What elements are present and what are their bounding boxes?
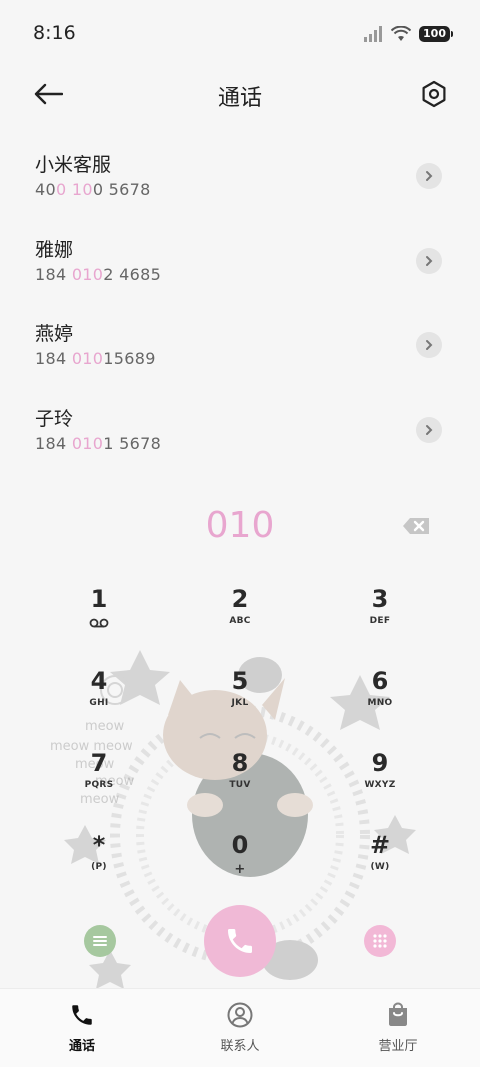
tab-label: 通话 — [68, 1039, 95, 1054]
key-5[interactable]: 5 JKL — [190, 664, 290, 734]
battery-indicator: 100 — [419, 26, 453, 42]
key-letters: + — [234, 862, 246, 877]
backspace-icon — [403, 518, 429, 534]
key-letters: (W) — [370, 862, 390, 872]
key-letters: ABC — [229, 616, 251, 626]
settings-hexagon-icon — [422, 80, 446, 108]
key-letters: PQRS — [84, 780, 114, 790]
chevron-right-icon — [426, 255, 433, 266]
chevron-right-icon — [426, 171, 433, 181]
contact-detail-button[interactable] — [416, 247, 442, 274]
contact-detail-button[interactable] — [416, 332, 442, 358]
contact-detail-button[interactable] — [416, 416, 442, 443]
tab-label: 联系人 — [220, 1039, 260, 1054]
key-digit: 8 — [231, 749, 249, 777]
header: 通话 — [0, 64, 480, 124]
contact-item[interactable]: 小米客服 400 100 5678 — [0, 140, 480, 225]
key-0[interactable]: 0 + — [190, 828, 290, 898]
menu-button[interactable] — [84, 925, 116, 957]
key-9[interactable]: 9 WXYZ — [330, 746, 430, 816]
menu-lines-icon — [93, 936, 107, 946]
key-digit: # — [369, 831, 391, 859]
key-letters: TUV — [229, 780, 251, 790]
contact-number: 184 01015689 — [35, 349, 156, 368]
bottom-navigation: 通话 联系人 营业厅 — [0, 988, 480, 1067]
key-6[interactable]: 6 MNO — [330, 664, 430, 734]
key-letters: JKL — [231, 698, 249, 708]
keypad-toggle-button[interactable] — [364, 925, 396, 957]
settings-button[interactable] — [418, 78, 450, 110]
key-2[interactable]: 2 ABC — [190, 582, 290, 652]
key-digit: 9 — [371, 749, 389, 777]
key-digit: 4 — [90, 667, 108, 695]
key-8[interactable]: 8 TUV — [190, 746, 290, 816]
key-4[interactable]: 4 GHI — [49, 664, 149, 734]
key-1[interactable]: 1 — [49, 582, 149, 652]
key-letters: WXYZ — [364, 780, 396, 790]
key-digit: 3 — [371, 585, 389, 613]
contact-number: 400 100 5678 — [35, 180, 151, 199]
tab-service-hall[interactable]: 营业厅 — [348, 1001, 448, 1054]
key-digit: 6 — [371, 667, 389, 695]
contact-item[interactable]: 燕婷 184 01015689 — [0, 309, 480, 394]
wifi-icon — [391, 26, 412, 41]
key-digit: 1 — [90, 585, 108, 613]
status-icons: 100 — [363, 24, 453, 44]
phone-icon — [72, 1005, 92, 1025]
key-digit: 7 — [90, 749, 108, 777]
backspace-button[interactable] — [402, 515, 432, 537]
key-digit: 2 — [231, 585, 249, 613]
phone-icon — [228, 929, 252, 953]
key-hash[interactable]: # (W) — [330, 828, 430, 898]
contact-number: 184 0101 5678 — [35, 433, 162, 453]
chevron-right-icon — [426, 424, 433, 435]
key-digit: 0 — [231, 831, 249, 859]
status-bar: 8:16 100 — [0, 0, 480, 64]
contact-name: 雅娜 — [35, 238, 74, 261]
page-title: 通话 — [217, 86, 262, 111]
key-letters: GHI — [89, 698, 109, 708]
key-letters: MNO — [367, 698, 393, 708]
dialpad-grid-icon — [373, 934, 387, 948]
key-digit: 5 — [231, 667, 249, 695]
contact-name: 小米客服 — [35, 154, 112, 176]
status-time: 8:16 — [33, 22, 76, 44]
person-icon — [227, 1002, 253, 1028]
contact-suggestion-list: 小米客服 400 100 5678 雅娜 184 0102 4685 燕婷 18… — [0, 140, 480, 478]
contact-item[interactable]: 子玲 184 0101 5678 — [0, 394, 480, 479]
key-3[interactable]: 3 DEF — [330, 582, 430, 652]
contact-name: 燕婷 — [35, 323, 74, 345]
contact-item[interactable]: 雅娜 184 0102 4685 — [0, 225, 480, 310]
key-letters: DEF — [369, 616, 391, 626]
key-digit: * — [92, 831, 106, 859]
voicemail-icon — [89, 618, 109, 628]
chevron-right-icon — [426, 340, 433, 350]
key-star[interactable]: * (P) — [49, 828, 149, 898]
tab-label: 营业厅 — [378, 1039, 418, 1054]
contact-detail-button[interactable] — [416, 163, 442, 189]
contact-name: 子玲 — [35, 407, 74, 430]
signal-icon — [364, 26, 383, 42]
tab-contacts[interactable]: 联系人 — [190, 1001, 290, 1054]
tab-calls[interactable]: 通话 — [32, 1001, 132, 1054]
call-button[interactable] — [204, 905, 276, 977]
contact-number: 184 0102 4685 — [35, 264, 162, 284]
key-7[interactable]: 7 PQRS — [49, 746, 149, 816]
key-letters: (P) — [91, 862, 107, 872]
bag-icon — [389, 1002, 407, 1026]
